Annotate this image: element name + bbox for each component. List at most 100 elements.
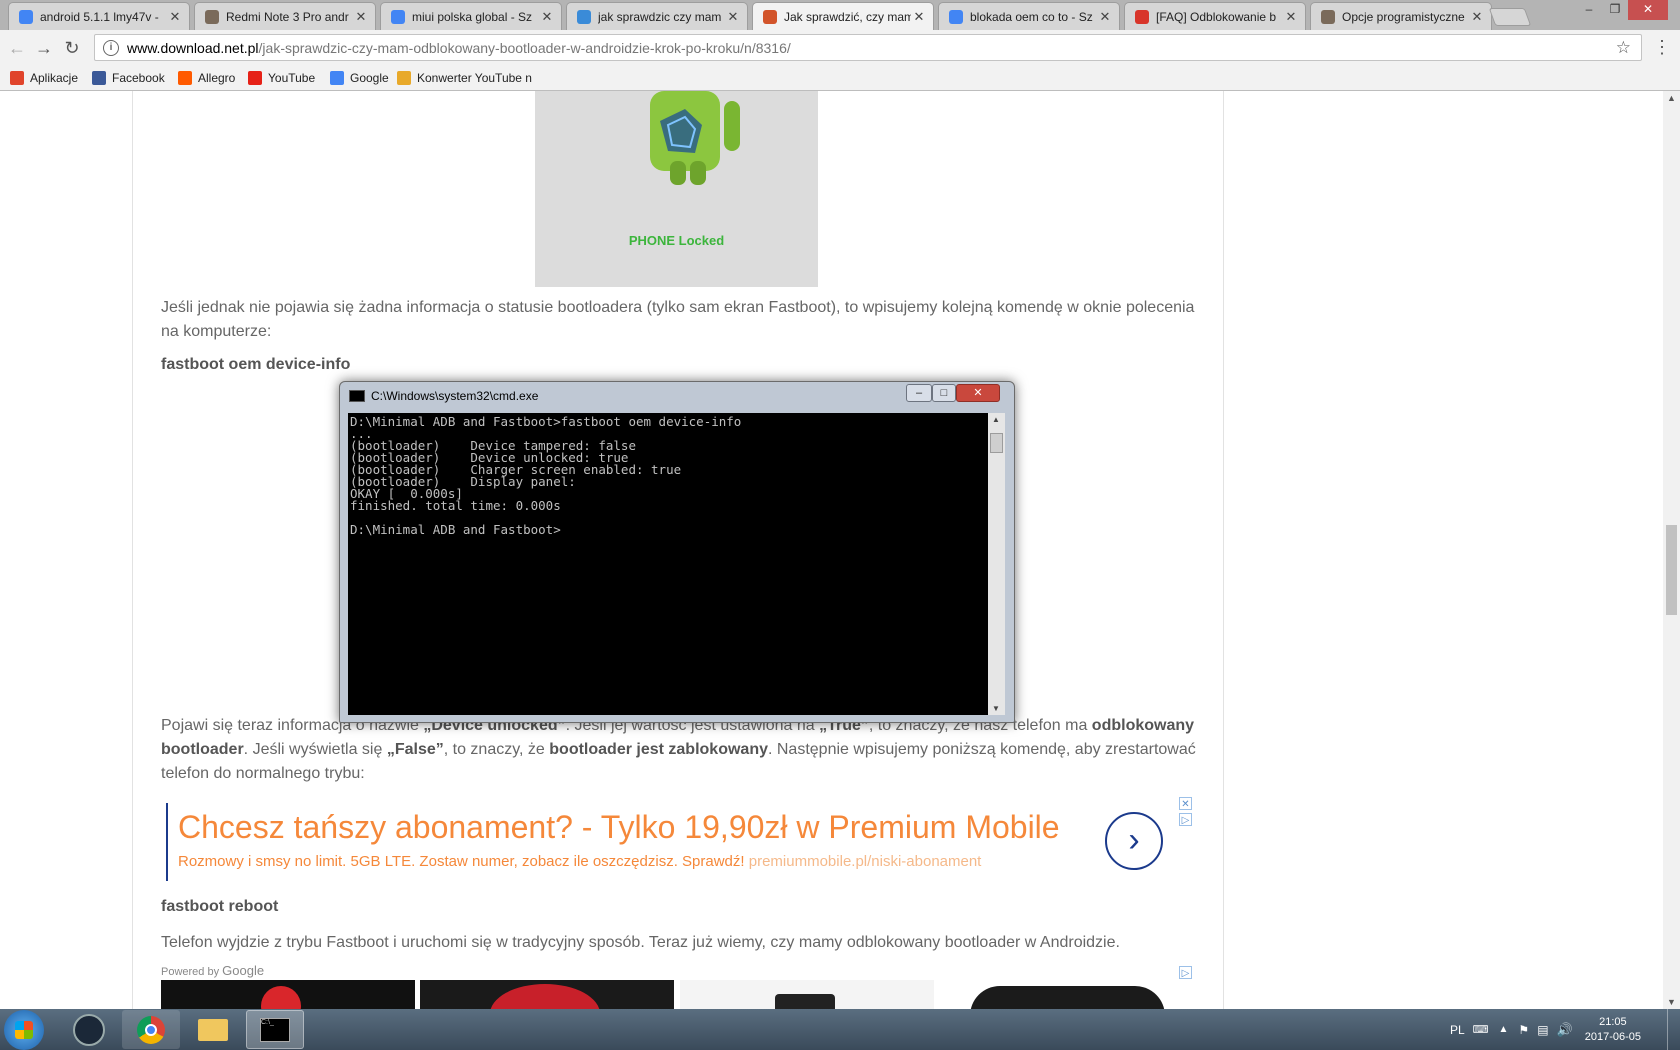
action-center-icon[interactable]: ⚑ xyxy=(1518,1023,1529,1037)
taskbar-steam[interactable] xyxy=(60,1010,118,1049)
cmd-scrollbar-thumb[interactable] xyxy=(990,433,1003,453)
chrome-menu-button[interactable]: ⋮ xyxy=(1652,38,1672,58)
taskbar-explorer[interactable] xyxy=(184,1010,242,1049)
restore-window-button[interactable]: ❐ xyxy=(1602,0,1628,20)
bookmark-youtube[interactable]: YouTube xyxy=(248,66,315,90)
scroll-up-arrow-icon[interactable]: ▲ xyxy=(1667,93,1676,103)
ad-headline[interactable]: Chcesz tańszy abonament? - Tylko 19,90zł… xyxy=(178,809,1060,846)
adchoices-icon[interactable]: ▷ xyxy=(1179,966,1192,979)
bookmark-label: Facebook xyxy=(112,71,165,85)
article-paragraph-3: Telefon wyjdzie z trybu Fastboot i uruch… xyxy=(161,934,1120,951)
clock[interactable]: 21:05 2017-06-05 xyxy=(1585,1015,1641,1045)
bookmark-star-icon[interactable]: ☆ xyxy=(1616,38,1631,58)
windows-logo-icon xyxy=(15,1021,33,1039)
ad-description-text: Rozmowy i smsy no limit. 5GB LTE. Zostaw… xyxy=(178,853,745,870)
volume-icon[interactable]: 🔊 xyxy=(1557,1022,1573,1038)
tab-8[interactable]: Opcje programistyczne ✕ xyxy=(1310,2,1492,30)
bookmark-allegro[interactable]: Allegro xyxy=(178,66,235,90)
network-icon[interactable]: ▤ xyxy=(1537,1023,1548,1037)
faq-icon xyxy=(1135,9,1149,24)
google-wordmark: Google xyxy=(222,963,265,978)
minimize-window-button[interactable]: – xyxy=(1576,0,1602,20)
ad-url[interactable]: premiummobile.pl/niski-abonament xyxy=(749,853,982,870)
tab-4[interactable]: jak sprawdzic czy mam ✕ xyxy=(566,2,748,30)
ad-close-icon[interactable]: ✕ xyxy=(1179,797,1192,810)
taskbar-chrome[interactable] xyxy=(122,1010,180,1049)
adchoices-icon[interactable]: ▷ xyxy=(1179,813,1192,826)
ad-arrow-icon[interactable]: › xyxy=(1105,812,1163,870)
converter-icon xyxy=(397,71,411,85)
close-tab-icon[interactable]: ✕ xyxy=(353,9,369,25)
cmd-close-button[interactable]: ✕ xyxy=(956,384,1000,402)
cmd-scrollbar[interactable] xyxy=(988,413,1005,715)
language-indicator[interactable]: PL xyxy=(1450,1023,1465,1037)
tab-3[interactable]: miui polska global - Sz ✕ xyxy=(380,2,562,30)
url-host: www.download.net.pl xyxy=(127,39,259,56)
close-tab-icon[interactable]: ✕ xyxy=(1469,9,1485,25)
related-thumbnail-4[interactable] xyxy=(940,980,1194,1010)
cmd-app-icon xyxy=(349,390,365,402)
cmd-scroll-down-icon[interactable]: ▼ xyxy=(992,704,1000,713)
close-tab-icon[interactable]: ✕ xyxy=(1097,9,1113,25)
apps-grid-icon xyxy=(10,71,24,85)
cmd-maximize-button[interactable]: □ xyxy=(932,384,956,402)
para2-bold-locked-bootloader: bootloader jest zablokowany xyxy=(549,741,768,758)
ad-description[interactable]: Rozmowy i smsy no limit. 5GB LTE. Zostaw… xyxy=(178,853,981,870)
cmd-scroll-up-icon[interactable]: ▲ xyxy=(992,415,1000,424)
article-paragraph-1: Jeśli jednak nie pojawia się żadna infor… xyxy=(161,299,1195,340)
thumbnail-red-shape xyxy=(261,986,301,1010)
tab-title: android 5.1.1 lmy47v - xyxy=(40,9,159,24)
tab-title: Opcje programistyczne xyxy=(1342,9,1465,24)
keyboard-icon[interactable]: ⌨ xyxy=(1473,1023,1489,1036)
close-tab-icon[interactable]: ✕ xyxy=(539,9,555,25)
new-tab-button[interactable] xyxy=(1488,8,1532,26)
para2-text: , to znaczy, że xyxy=(443,741,550,758)
close-window-button[interactable]: ✕ xyxy=(1628,0,1668,20)
close-tab-icon[interactable]: ✕ xyxy=(167,9,183,25)
taskbar-cmd[interactable]: C:\_ xyxy=(246,1010,304,1049)
cmd-title-text: C:\Windows\system32\cmd.exe xyxy=(371,389,539,403)
google-icon xyxy=(949,9,963,24)
system-tray: PL ⌨ ▲ ⚑ ▤ 🔊 21:05 2017-06-05 xyxy=(1450,1009,1680,1050)
thumbnail-phone-shape xyxy=(775,994,835,1010)
related-thumbnail-1[interactable] xyxy=(161,980,415,1010)
cmd-window[interactable]: C:\Windows\system32\cmd.exe – □ ✕ D:\Min… xyxy=(339,381,1015,723)
bookmark-google[interactable]: Google xyxy=(330,66,389,90)
bookmark-facebook[interactable]: Facebook xyxy=(92,66,165,90)
scroll-down-arrow-icon[interactable]: ▼ xyxy=(1667,997,1676,1007)
back-button[interactable]: ← xyxy=(5,36,29,60)
close-tab-icon[interactable]: ✕ xyxy=(1283,9,1299,25)
cmd-console-output[interactable]: D:\Minimal ADB and Fastboot>fastboot oem… xyxy=(348,413,988,715)
facebook-icon xyxy=(92,71,106,85)
tab-6[interactable]: blokada oem co to - Sz ✕ xyxy=(938,2,1120,30)
bookmark-aplikacje[interactable]: Aplikacje xyxy=(10,66,78,90)
cmd-titlebar[interactable]: C:\Windows\system32\cmd.exe xyxy=(349,389,538,403)
reload-button[interactable]: ↻ xyxy=(60,36,84,60)
bookmark-konwerter[interactable]: Konwerter YouTube n xyxy=(397,66,532,90)
start-button[interactable] xyxy=(4,1010,44,1050)
show-hidden-icons-icon[interactable]: ▲ xyxy=(1499,1024,1509,1035)
tab-5[interactable]: Jak sprawdzić, czy mam ✕ xyxy=(752,2,934,30)
page-scrollbar-thumb[interactable] xyxy=(1666,525,1677,615)
google-icon xyxy=(330,71,344,85)
tab-title: blokada oem co to - Sz xyxy=(970,9,1093,24)
tab-7[interactable]: [FAQ] Odblokowanie b ✕ xyxy=(1124,2,1306,30)
close-tab-icon[interactable]: ✕ xyxy=(911,9,927,25)
cmd-minimize-button[interactable]: – xyxy=(906,384,932,402)
tab-1[interactable]: android 5.1.1 lmy47v - ✕ xyxy=(8,2,190,30)
show-desktop-button[interactable] xyxy=(1667,1009,1680,1050)
tab-title: miui polska global - Sz xyxy=(412,9,533,24)
close-tab-icon[interactable]: ✕ xyxy=(725,9,741,25)
powered-by-google: Powered by Google xyxy=(161,963,264,978)
google-icon xyxy=(391,9,405,24)
tab-2[interactable]: Redmi Note 3 Pro andr ✕ xyxy=(194,2,376,30)
forward-button[interactable]: → xyxy=(32,36,56,60)
related-thumbnail-2[interactable] xyxy=(420,980,674,1010)
chrome-icon-center xyxy=(145,1023,157,1036)
related-thumbnail-3[interactable] xyxy=(680,980,934,1010)
address-bar[interactable]: i www.download.net.pl/jak-sprawdzic-czy-… xyxy=(94,34,1642,61)
miui-forum-icon xyxy=(205,9,219,24)
info-icon[interactable]: i xyxy=(103,39,119,56)
tab-title: jak sprawdzic czy mam xyxy=(598,9,722,24)
allegro-icon xyxy=(178,71,192,85)
